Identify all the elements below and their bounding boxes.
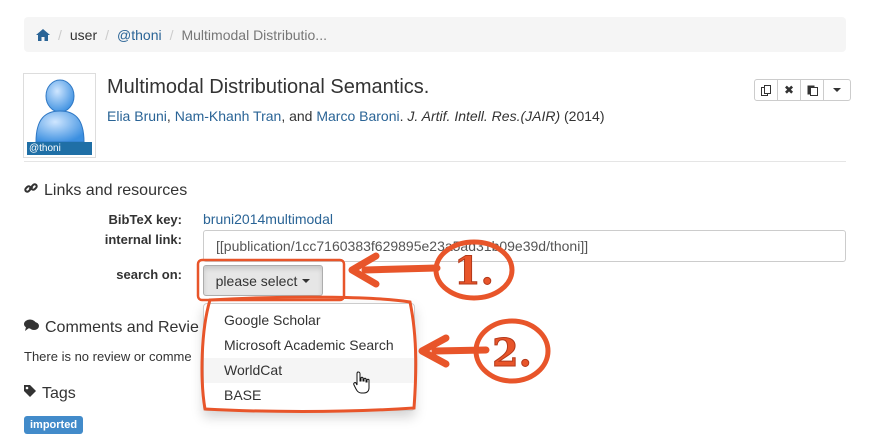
close-icon: ✖ (783, 83, 795, 97)
dropdown-item-microsoft-academic[interactable]: Microsoft Academic Search (204, 333, 414, 358)
copy-button[interactable] (754, 79, 778, 101)
chevron-down-icon (833, 88, 841, 92)
clipboard-icon (807, 85, 818, 96)
year: (2014) (564, 108, 605, 124)
comments-heading: Comments and Revie (24, 319, 199, 337)
delete-button[interactable]: ✖ (777, 79, 801, 101)
breadcrumb-owner[interactable]: @thoni (117, 27, 162, 43)
author-link[interactable]: Nam-Khanh Tran (175, 108, 282, 124)
dropdown-item-google-scholar[interactable]: Google Scholar (204, 308, 414, 333)
page-title: Multimodal Distributional Semantics. (107, 76, 430, 98)
link-icon (24, 181, 38, 200)
divider (24, 161, 846, 162)
dropdown-item-base[interactable]: BASE (204, 383, 414, 408)
annotation-circle-2 (473, 318, 551, 384)
breadcrumb-user[interactable]: user (70, 27, 97, 43)
author-link[interactable]: Marco Baroni (316, 108, 399, 124)
copy-icon (760, 84, 771, 96)
search-dropdown-menu: Google Scholar Microsoft Academic Search… (203, 303, 415, 411)
arrow-2-head (418, 334, 450, 368)
home-icon[interactable] (36, 28, 50, 41)
clipboard-button[interactable] (800, 79, 824, 101)
tag-badge[interactable]: imported (24, 416, 84, 434)
author-link[interactable]: Elia Bruni (107, 108, 167, 124)
avatar[interactable]: @thoni (23, 73, 96, 158)
internal-link-label: internal link: (104, 232, 182, 247)
comments-icon (24, 319, 39, 337)
search-on-label: search on: (116, 267, 182, 282)
internal-link-field[interactable]: [[publication/1cc7160383f629895e23a5ad31… (203, 230, 846, 262)
bibtex-label: BibTeX key: (108, 212, 182, 227)
arrow-1 (361, 264, 441, 274)
annotation-label-2: 2. (492, 330, 532, 375)
chevron-down-icon (302, 278, 311, 283)
bibtex-key-link[interactable]: bruni2014multimodal (203, 211, 333, 227)
tag-icon (24, 385, 36, 403)
action-buttons: ✖ (754, 79, 851, 101)
no-review-text: There is no review or comme (24, 349, 192, 364)
avatar-label: @thoni (27, 142, 92, 155)
arrow-2 (431, 346, 490, 355)
publication-meta: Elia Bruni, Nam-Khanh Tran, and Marco Ba… (107, 108, 605, 124)
breadcrumb-current: Multimodal Distributio... (181, 26, 327, 43)
breadcrumb: / user / @thoni / Multimodal Distributio… (24, 17, 846, 52)
tags-heading: Tags (24, 385, 76, 403)
more-dropdown-button[interactable] (823, 79, 851, 101)
dropdown-item-worldcat[interactable]: WorldCat (204, 358, 414, 383)
links-heading: Links and resources (24, 181, 187, 200)
user-avatar-icon (35, 79, 85, 142)
venue: J. Artif. Intell. Res.(JAIR) (407, 108, 561, 124)
search-select-button[interactable]: please select (203, 265, 323, 296)
